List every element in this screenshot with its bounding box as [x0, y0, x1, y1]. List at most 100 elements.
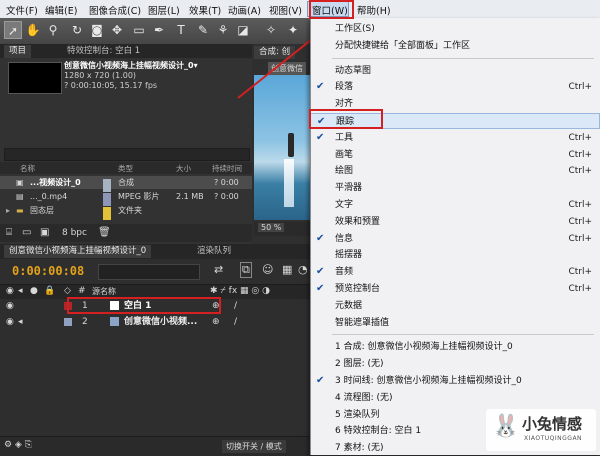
- tab-composition[interactable]: 合成: 创: [254, 46, 296, 59]
- flyboard-rider-figure: [288, 133, 294, 157]
- expand-switches-icon[interactable]: ⚙ ◈ ⎘: [4, 440, 32, 450]
- roto-tool-icon[interactable]: ✦: [284, 21, 302, 39]
- switches-icons[interactable]: ✱ ⌿ fx ▦ ◎ ◑: [210, 286, 270, 296]
- col-size[interactable]: 大小: [176, 163, 191, 174]
- new-comp-icon[interactable]: ▣: [40, 227, 49, 238]
- motion-blur-icon[interactable]: ◔: [298, 263, 308, 276]
- layer-row-2[interactable]: ◉ ◂ 2 创意微信小视频... ⊕ /: [0, 315, 312, 329]
- hand-tool-icon[interactable]: ✋: [24, 21, 42, 39]
- visibility-eye-icon[interactable]: ◉: [6, 299, 14, 313]
- menu-item[interactable]: ✔ 段落 Ctrl+: [310, 79, 600, 95]
- tab-timeline-comp[interactable]: 创意微信小视频海上挂幅视频设计_0: [4, 245, 152, 258]
- footage-icon: ▤: [16, 192, 24, 201]
- comp-mini-flowchart-icon[interactable]: ⇄: [214, 263, 223, 276]
- menu-effect[interactable]: 效果(T): [189, 3, 221, 17]
- col-duration[interactable]: 持续时间: [212, 163, 242, 174]
- menu-layer[interactable]: 图层(L): [148, 3, 180, 17]
- menu-item[interactable]: 元数据: [310, 298, 600, 314]
- menu-item[interactable]: ✔ 预览控制台 Ctrl+: [310, 281, 600, 297]
- col-source-name[interactable]: 源名称: [92, 286, 116, 297]
- puppet-tool-icon[interactable]: ✧: [262, 21, 280, 39]
- text-tool-icon[interactable]: T: [172, 21, 190, 39]
- eye-icon[interactable]: ◉: [6, 286, 14, 296]
- comp-view-dropdown[interactable]: 创意微信: [268, 62, 306, 75]
- menu-item-shortcut: Ctrl+: [568, 132, 592, 143]
- menu-item[interactable]: 平滑器: [310, 180, 600, 196]
- layer-name[interactable]: 创意微信小视频...: [124, 315, 197, 329]
- checkmark-icon: ✔: [316, 232, 325, 244]
- col-name[interactable]: 名称: [20, 163, 35, 174]
- menu-item[interactable]: 摇摆器: [310, 247, 600, 263]
- menu-file[interactable]: 文件(F): [6, 3, 38, 17]
- shy-switch-icon[interactable]: ⊕: [212, 315, 220, 329]
- menu-item-label: 预览控制台: [335, 284, 381, 294]
- brush-tool-icon[interactable]: ✎: [194, 21, 212, 39]
- tab-render-queue[interactable]: 渲染队列: [192, 245, 236, 258]
- menu-item[interactable]: 动态草图: [310, 63, 600, 79]
- menu-item[interactable]: 效果和预置 Ctrl+: [310, 214, 600, 230]
- watermark-title: 小兔情感: [522, 415, 583, 433]
- menu-composition[interactable]: 图像合成(C): [89, 3, 141, 17]
- hide-shy-layers-icon[interactable]: ☺: [262, 263, 273, 276]
- selection-tool-icon[interactable]: ➚: [4, 21, 22, 39]
- audio-icon[interactable]: ◂: [18, 315, 23, 329]
- toggle-switches-modes-button[interactable]: 切换开关 / 模式: [222, 440, 286, 453]
- new-folder-icon[interactable]: ▭: [22, 227, 31, 238]
- rotate-tool-icon[interactable]: ↻: [68, 21, 86, 39]
- menu-item[interactable]: 绘图 Ctrl+: [310, 163, 600, 179]
- frame-blending-icon[interactable]: ▦: [282, 263, 292, 276]
- project-item-comp[interactable]: ▣ ...视频设计_0 合成 ? 0:00: [0, 176, 252, 192]
- menu-item[interactable]: ✔ 3 时间线: 创意微信小视频海上挂幅视频设计_0: [310, 373, 600, 389]
- menu-item[interactable]: 文字 Ctrl+: [310, 197, 600, 213]
- menu-view[interactable]: 视图(V): [269, 3, 302, 17]
- audio-icon[interactable]: ◂: [18, 286, 23, 296]
- menu-item[interactable]: 1 合成: 创意微信小视频海上挂幅视频设计_0: [310, 339, 600, 355]
- project-item-folder[interactable]: ▸ ▬ 固态层 文件夹: [0, 204, 252, 220]
- col-type[interactable]: 类型: [118, 163, 133, 174]
- menu-item[interactable]: 智能遮罩插值: [310, 315, 600, 331]
- menu-edit[interactable]: 编辑(E): [45, 3, 77, 17]
- project-search-input[interactable]: [4, 148, 250, 161]
- menu-help[interactable]: 帮助(H): [357, 3, 391, 17]
- pan-behind-tool-icon[interactable]: ✥: [108, 21, 126, 39]
- mask-tool-icon[interactable]: ▭: [130, 21, 148, 39]
- project-item-footage[interactable]: ▤ ..._0.mp4 MPEG 影片 2.1 MB ? 0:00: [0, 190, 252, 206]
- menu-item[interactable]: ✔ 音频 Ctrl+: [310, 264, 600, 280]
- visibility-eye-icon[interactable]: ◉: [6, 315, 14, 329]
- menu-item[interactable]: 工作区(S): [310, 21, 600, 37]
- draft-3d-icon[interactable]: ⧉: [240, 262, 252, 278]
- quality-switch-icon[interactable]: /: [234, 299, 237, 313]
- layer-number-icon[interactable]: #: [78, 286, 86, 296]
- tab-effect-controls[interactable]: 特效控制台: 空白 1: [62, 45, 145, 58]
- clone-tool-icon[interactable]: ⚘: [214, 21, 232, 39]
- menu-item-label: 智能遮罩插值: [335, 317, 390, 328]
- menu-separator: [332, 57, 594, 59]
- camera-tool-icon[interactable]: ◙: [88, 21, 106, 39]
- layer-label-color[interactable]: [64, 318, 72, 326]
- interpret-footage-icon[interactable]: ⌸: [6, 227, 12, 238]
- menu-item[interactable]: 4 流程图: (无): [310, 390, 600, 406]
- annotation-highlight-tracker: [309, 109, 383, 129]
- viewer-footer: 50 %: [254, 222, 312, 236]
- tab-project[interactable]: 项目: [4, 45, 32, 58]
- trash-icon[interactable]: 🗑: [98, 227, 111, 238]
- zoom-dropdown[interactable]: 50 %: [258, 223, 285, 232]
- pen-tool-icon[interactable]: ✒: [150, 21, 168, 39]
- menu-animation[interactable]: 动画(A): [228, 3, 261, 17]
- zoom-tool-icon[interactable]: ⚲: [44, 21, 62, 39]
- solo-icon[interactable]: ●: [30, 286, 38, 296]
- current-time-display[interactable]: 0:00:00:08: [12, 264, 84, 278]
- menu-item[interactable]: 2 图层: (无): [310, 356, 600, 372]
- menu-item[interactable]: 分配快捷键给「全部面板」工作区: [310, 38, 600, 54]
- menu-item[interactable]: ✔ 工具 Ctrl+: [310, 130, 600, 146]
- lock-icon[interactable]: 🔒: [44, 286, 55, 296]
- quality-switch-icon[interactable]: /: [234, 315, 237, 329]
- comp-name-label[interactable]: 创意微信小视频海上挂幅视频设计_0▾: [64, 60, 198, 71]
- eraser-tool-icon[interactable]: ◪: [234, 21, 252, 39]
- bit-depth-button[interactable]: 8 bpc: [62, 228, 87, 238]
- label-tag-icon[interactable]: ◇: [64, 286, 71, 296]
- menu-item[interactable]: ✔ 信息 Ctrl+: [310, 231, 600, 247]
- menu-item[interactable]: 画笔 Ctrl+: [310, 147, 600, 163]
- timeline-search-input[interactable]: [98, 264, 200, 280]
- expand-arrow-icon[interactable]: ▸: [6, 204, 10, 217]
